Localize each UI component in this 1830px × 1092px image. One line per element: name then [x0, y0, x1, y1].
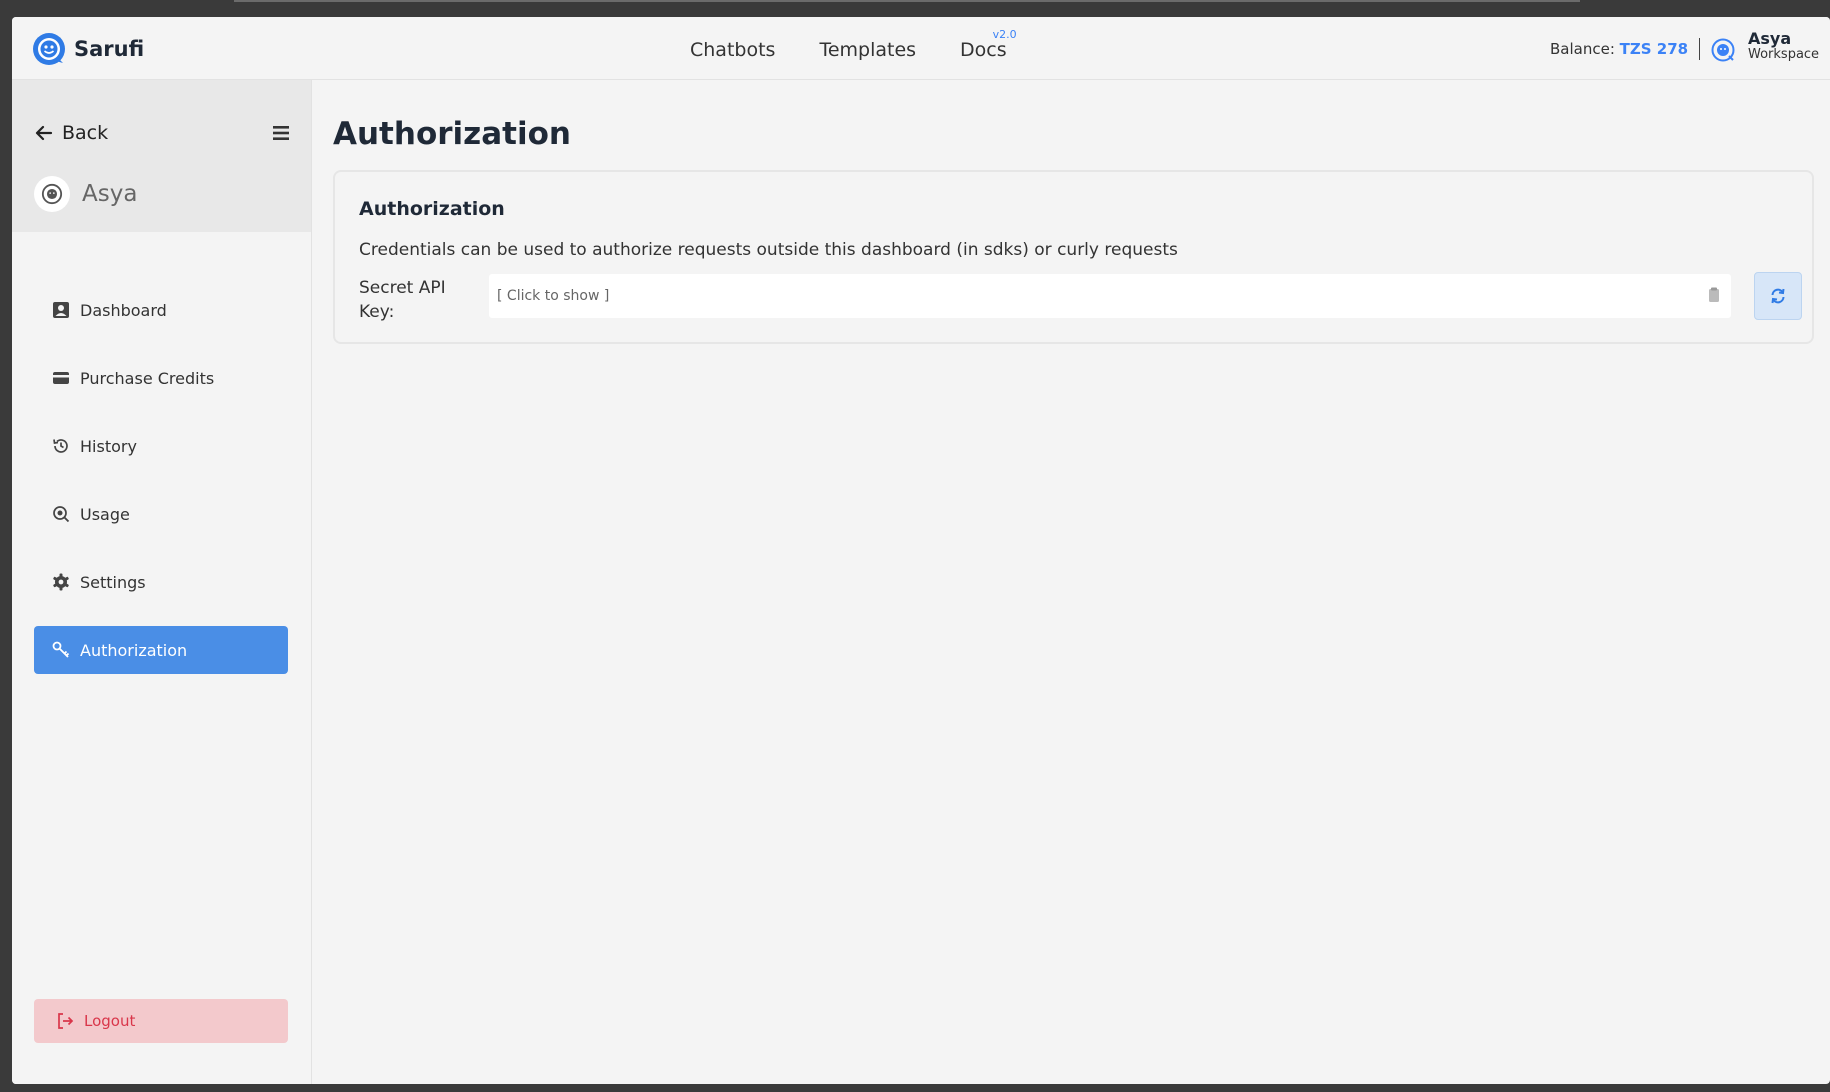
bot-avatar-icon	[41, 183, 63, 205]
sidebar-item-purchase-credits[interactable]: Purchase Credits	[34, 354, 288, 402]
workspace-label: Workspace	[1748, 47, 1820, 63]
balance-amount: TZS 278	[1619, 40, 1689, 58]
secret-key-label: Secret API Key:	[359, 278, 446, 322]
copy-icon[interactable]	[1707, 287, 1721, 303]
brand-name: Sarufi	[74, 37, 145, 61]
usage-icon	[53, 506, 70, 523]
logout-button[interactable]: Logout	[34, 999, 288, 1043]
history-icon	[53, 439, 68, 453]
key-icon	[52, 641, 70, 658]
arrow-left-icon	[35, 125, 53, 141]
secret-api-key-field[interactable]: [ Click to show ]	[489, 274, 1731, 318]
sidebar: Back Asya Dashboard Purchase Credits His…	[12, 80, 312, 1084]
nav-templates[interactable]: Templates	[819, 39, 916, 61]
sidebar-item-label: Dashboard	[80, 300, 167, 320]
nav-docs-label: Docs	[960, 39, 1007, 61]
back-label: Back	[62, 122, 109, 144]
sidebar-item-label: History	[80, 436, 137, 456]
user-menu[interactable]: Asya Workspace	[1748, 29, 1820, 63]
credit-card-icon	[53, 372, 69, 384]
header-divider	[1699, 38, 1700, 60]
docs-version-badge: v2.0	[992, 28, 1017, 41]
sidebar-user: Asya	[34, 176, 137, 212]
sidebar-item-dashboard[interactable]: Dashboard	[34, 286, 288, 334]
avatar	[34, 176, 70, 212]
balance-label: Balance:	[1550, 40, 1615, 58]
sarufi-logo-icon	[33, 33, 65, 65]
sidebar-header: Back Asya	[12, 80, 311, 232]
balance-display: Balance: TZS 278	[1550, 40, 1688, 58]
header-user-name: Asya	[1748, 29, 1792, 48]
nav-chatbots[interactable]: Chatbots	[690, 39, 775, 61]
main-nav: Chatbots Templates Docs v2.0	[690, 28, 1017, 61]
brand[interactable]: Sarufi	[32, 32, 144, 66]
secret-api-key-value: [ Click to show ]	[497, 288, 610, 304]
page-title: Authorization	[333, 116, 571, 152]
sidebar-item-authorization[interactable]: Authorization	[34, 626, 288, 674]
sidebar-item-label: Usage	[80, 504, 130, 524]
workspace-avatar-icon[interactable]	[1711, 38, 1735, 62]
regenerate-key-button[interactable]	[1754, 272, 1802, 320]
logout-icon	[58, 1013, 74, 1029]
authorization-card: Authorization Credentials can be used to…	[333, 170, 1814, 344]
nav-docs[interactable]: Docs v2.0	[960, 28, 1017, 61]
card-title: Authorization	[359, 198, 505, 220]
sidebar-item-label: Settings	[80, 572, 146, 592]
sidebar-user-name: Asya	[82, 181, 138, 207]
gear-icon	[53, 573, 69, 591]
sidebar-item-label: Authorization	[80, 640, 188, 660]
sidebar-item-history[interactable]: History	[34, 422, 288, 470]
refresh-icon	[1771, 288, 1785, 304]
top-header: Sarufi Chatbots Templates Docs v2.0 Bala…	[12, 17, 1830, 80]
sidebar-item-settings[interactable]: Settings	[34, 558, 288, 606]
window-top-strip	[0, 0, 1830, 7]
hamburger-menu-icon[interactable]	[272, 124, 290, 142]
back-button[interactable]: Back	[34, 122, 108, 144]
card-description: Credentials can be used to authorize req…	[359, 240, 1178, 260]
logout-label: Logout	[84, 1012, 136, 1030]
sidebar-item-label: Purchase Credits	[80, 368, 215, 388]
sidebar-item-usage[interactable]: Usage	[34, 490, 288, 538]
app-window: Sarufi Chatbots Templates Docs v2.0 Bala…	[12, 17, 1830, 1084]
dashboard-icon	[53, 302, 69, 318]
